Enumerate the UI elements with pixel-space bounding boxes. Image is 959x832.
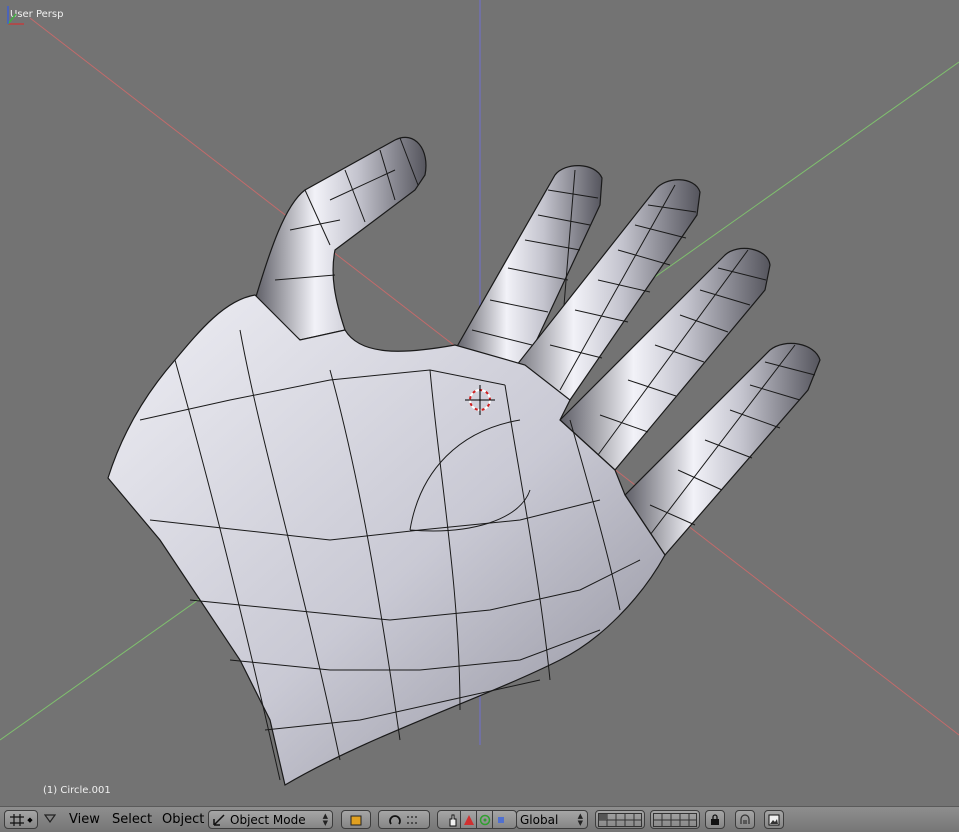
render-button[interactable] (764, 810, 784, 829)
thumb (254, 136, 427, 341)
menu-toggle-icon[interactable] (44, 814, 56, 824)
snap-icon (739, 813, 751, 826)
viewport-shading-icon (349, 813, 363, 827)
render-icon (768, 814, 780, 826)
chevron-updown-icon: ◆ (27, 815, 33, 824)
menu-object[interactable]: Object (162, 812, 204, 827)
object-mode-icon (212, 813, 226, 827)
layers-group-a[interactable] (595, 810, 645, 829)
viewport-header: ◆ View Select Object Object Mode ▲ ▼ Glo… (0, 806, 959, 832)
3d-viewport[interactable]: User Persp (1) Circle.001 (0, 0, 959, 806)
manipulator-toggle[interactable] (445, 811, 461, 828)
mode-select-label: Object Mode (230, 812, 306, 827)
orientation-select[interactable]: Global ▲ ▼ (516, 810, 588, 829)
mode-select[interactable]: Object Mode ▲ ▼ (208, 810, 333, 829)
translate-toggle[interactable] (461, 811, 477, 828)
lock-icon (710, 813, 720, 826)
scale-icon (495, 814, 507, 826)
scene (0, 0, 959, 786)
rotate-toggle[interactable] (477, 811, 493, 828)
manipulator-hand-icon (447, 813, 459, 827)
pivot-point-icon (388, 813, 402, 827)
pivot-point-select[interactable] (378, 810, 430, 829)
manipulator-group (437, 810, 517, 829)
layers-icon (598, 812, 642, 827)
axis-orientation-icon (7, 6, 24, 25)
scale-toggle[interactable] (493, 811, 509, 828)
orientation-select-label: Global (520, 812, 559, 827)
rotate-icon (479, 814, 491, 826)
dots-icon (406, 815, 420, 825)
snap-button[interactable] (735, 810, 755, 829)
translate-icon (463, 814, 475, 826)
editor-type-icon (9, 813, 25, 827)
lock-layers-button[interactable] (705, 810, 725, 829)
menu-select[interactable]: Select (112, 812, 152, 827)
chevron-updown-icon: ▲ ▼ (322, 812, 328, 827)
editor-type-select[interactable]: ◆ (4, 810, 38, 829)
menu-view[interactable]: View (69, 812, 100, 827)
viewport-shading-select[interactable] (341, 810, 371, 829)
layers-icon (653, 812, 697, 827)
active-object-label: (1) Circle.001 (43, 785, 111, 796)
layers-group-b[interactable] (650, 810, 700, 829)
chevron-updown-icon: ▲ ▼ (577, 812, 583, 827)
